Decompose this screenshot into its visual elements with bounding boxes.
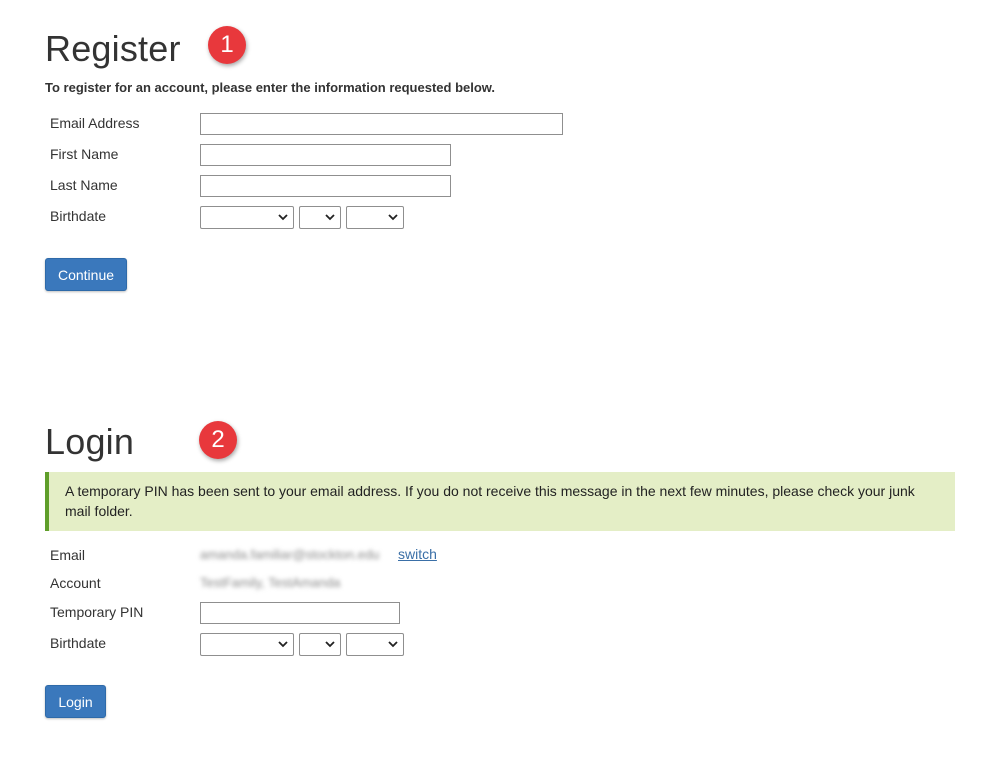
account-label: Account [50,575,101,591]
account-value: TestFamily, TestAmanda [200,575,341,590]
login-heading: Login [45,421,135,462]
pin-sent-alert: A temporary PIN has been sent to your em… [45,472,955,531]
login-birthdate-day-select[interactable] [299,633,341,656]
email-label: Email [50,547,86,563]
birthdate-day-select[interactable] [299,206,341,229]
switch-link[interactable]: switch [398,546,437,562]
last-name-input[interactable] [200,175,451,197]
login-button[interactable]: Login [45,685,106,718]
login-birthdate-month-select[interactable] [200,633,294,656]
first-name-label: First Name [50,146,119,162]
temporary-pin-input[interactable] [200,602,400,624]
email-address-input[interactable] [200,113,563,135]
chevron-down-icon [388,641,398,648]
login-birthdate-year-select[interactable] [346,633,404,656]
chevron-down-icon [325,214,335,221]
birthdate-year-select[interactable] [346,206,404,229]
email-address-label: Email Address [50,115,140,131]
step-marker-2: 2 [199,421,237,459]
login-birthdate-label: Birthdate [50,635,107,651]
chevron-down-icon [325,641,335,648]
register-intro: To register for an account, please enter… [45,80,496,95]
step-marker-1: 1 [208,26,246,64]
email-value: amanda.familiar@stockton.edu [200,547,380,562]
continue-button[interactable]: Continue [45,258,127,291]
temporary-pin-label: Temporary PIN [50,604,144,620]
chevron-down-icon [388,214,398,221]
last-name-label: Last Name [50,177,118,193]
first-name-input[interactable] [200,144,451,166]
chevron-down-icon [278,214,288,221]
birthdate-month-select[interactable] [200,206,294,229]
birthdate-label: Birthdate [50,208,107,224]
chevron-down-icon [278,641,288,648]
register-heading: Register [45,28,181,69]
